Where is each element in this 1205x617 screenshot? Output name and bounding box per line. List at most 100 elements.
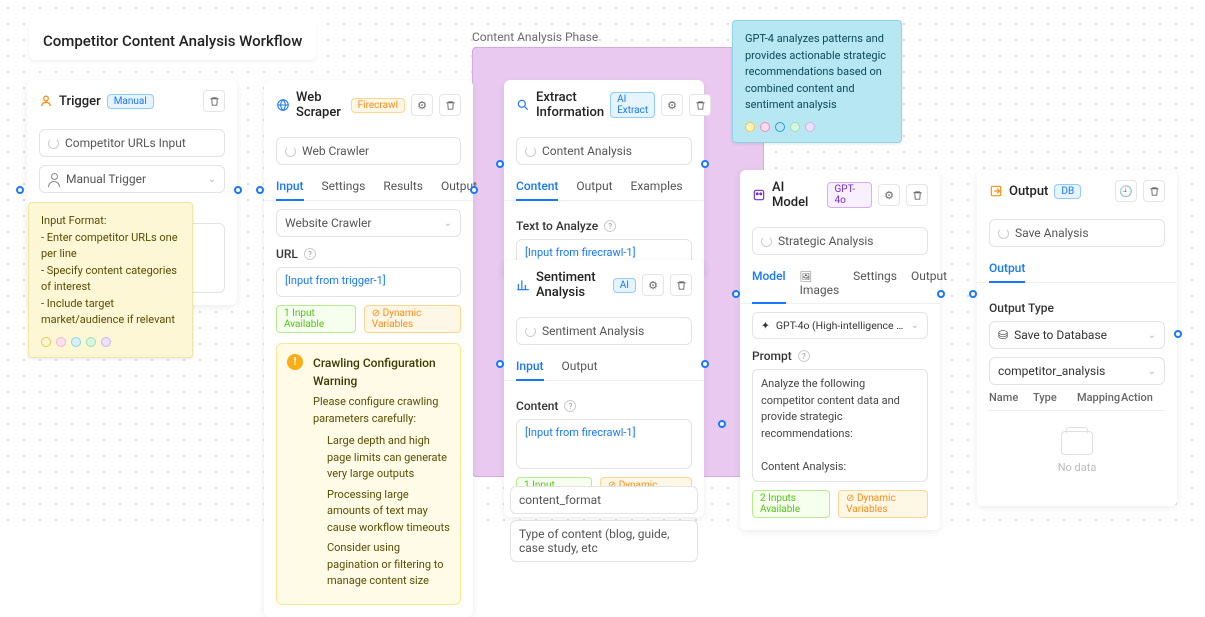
openai-icon: ✦: [761, 319, 770, 332]
workflow-title: Competitor Content Analysis Workflow: [29, 22, 316, 60]
content-label: Content?: [516, 399, 692, 413]
delete-button[interactable]: [439, 94, 461, 116]
settings-button[interactable]: ⚙: [878, 184, 900, 206]
sentiment-content-input[interactable]: [Input from firecrawl-1]: [516, 419, 692, 469]
dynamic-vars-pill[interactable]: ⊘ Dynamic Variables: [838, 490, 928, 518]
node-web-scraper[interactable]: Web Scraper Firecrawl ⚙ Web Crawler Inpu…: [264, 80, 473, 617]
port-in[interactable]: [496, 360, 504, 368]
output-type-label: Output Type: [989, 301, 1165, 315]
sticky-color-dots[interactable]: [41, 337, 180, 347]
table-select[interactable]: competitor_analysis ⌄: [989, 357, 1165, 385]
ai-tabs[interactable]: Model 🖼 Images Settings Output: [740, 263, 940, 304]
ai-icon: [752, 188, 766, 202]
node-extract-information[interactable]: Extract Information AI Extract ⚙ Content…: [504, 80, 704, 277]
scraper-tabs[interactable]: Input Settings Results Output: [264, 173, 473, 201]
history-button[interactable]: 🕘: [1115, 180, 1137, 202]
settings-button[interactable]: ⚙: [642, 274, 664, 296]
mapping-table-header: Name Type Mapping Action: [989, 385, 1165, 411]
card-title: Output: [1009, 184, 1048, 199]
sticky-note-yellow[interactable]: Input Format: - Enter competitor URLs on…: [28, 202, 193, 358]
card-title: AI Model: [772, 180, 821, 210]
ai-name-input[interactable]: Strategic Analysis: [752, 227, 928, 255]
card-title: Extract Information: [536, 90, 604, 120]
warning-icon: !: [287, 354, 303, 370]
sticky-color-dots[interactable]: [745, 122, 889, 132]
port-out[interactable]: [701, 160, 709, 168]
extract-tabs[interactable]: Content Output Examples: [504, 173, 704, 201]
badge-manual: Manual: [107, 94, 154, 109]
delete-button[interactable]: [1143, 180, 1165, 202]
delete-button[interactable]: [670, 274, 692, 296]
card-title: Trigger: [59, 94, 101, 109]
port-out[interactable]: [16, 186, 24, 194]
tab-output[interactable]: Output: [989, 255, 1025, 283]
crawler-mode-select[interactable]: Website Crawler ⌄: [276, 209, 461, 237]
port[interactable]: [718, 420, 726, 428]
node-ai-model[interactable]: AI Model GPT-4o ⚙ Strategic Analysis Mod…: [740, 170, 940, 530]
inputs-available-pill: 2 Inputs Available: [752, 490, 830, 518]
text-to-analyze-label: Text to Analyze?: [516, 219, 692, 233]
url-input[interactable]: [Input from trigger-1]: [276, 267, 461, 297]
settings-button[interactable]: ⚙: [411, 94, 433, 116]
tab-content[interactable]: Content: [516, 173, 558, 201]
competitor-urls-input[interactable]: Competitor URLs Input: [39, 129, 225, 157]
sticky-note-blue[interactable]: GPT-4 analyzes patterns and provides act…: [732, 20, 902, 143]
sentiment-tabs[interactable]: Input Output: [504, 353, 704, 381]
sticky-text: GPT-4 analyzes patterns and provides act…: [745, 31, 889, 114]
output-tabs[interactable]: Output: [977, 255, 1177, 283]
help-icon[interactable]: ?: [564, 400, 576, 412]
port-out[interactable]: [1174, 330, 1182, 338]
extract-name-input[interactable]: Content Analysis: [516, 137, 692, 165]
port-in[interactable]: [732, 290, 740, 298]
no-data-placeholder: No data: [989, 411, 1165, 494]
port-out[interactable]: [470, 186, 478, 194]
help-icon[interactable]: ?: [798, 350, 810, 362]
tab-examples[interactable]: Examples: [631, 173, 683, 200]
tab-settings[interactable]: Settings: [853, 263, 897, 303]
node-sentiment-analysis[interactable]: Sentiment Analysis AI ⚙ Sentiment Analys…: [504, 260, 704, 517]
tab-output[interactable]: Output: [562, 353, 598, 380]
card-title: Sentiment Analysis: [536, 270, 607, 300]
prompt-label: Prompt?: [752, 349, 928, 363]
crawler-name-input[interactable]: Web Crawler: [276, 137, 461, 165]
help-icon[interactable]: ?: [304, 248, 316, 260]
port-out[interactable]: [234, 186, 242, 194]
sentiment-name-input[interactable]: Sentiment Analysis: [516, 317, 692, 345]
manual-trigger-select[interactable]: Manual Trigger ⌄: [39, 165, 225, 193]
settings-button[interactable]: ⚙: [661, 94, 683, 116]
person-icon: [48, 173, 60, 185]
field-desc-input[interactable]: Type of content (blog, guide, case study…: [510, 520, 698, 562]
tab-output[interactable]: Output: [576, 173, 612, 200]
help-icon[interactable]: ?: [604, 220, 616, 232]
tab-settings[interactable]: Settings: [322, 173, 366, 200]
sticky-line: - Specify content categories of interest: [41, 263, 180, 296]
delete-button[interactable]: [689, 94, 711, 116]
chevron-down-icon: ⌄: [1148, 366, 1156, 377]
tab-results[interactable]: Results: [383, 173, 423, 200]
tab-input[interactable]: Input: [276, 173, 304, 201]
port-out[interactable]: [701, 360, 709, 368]
warning-item: Consider using pagination or filtering t…: [327, 540, 450, 590]
loading-icon: [525, 326, 536, 337]
field-name-input[interactable]: content_format: [510, 486, 698, 514]
port-in[interactable]: [496, 160, 504, 168]
globe-icon: [276, 98, 290, 112]
tab-model[interactable]: Model: [752, 263, 786, 304]
port-in[interactable]: [969, 290, 977, 298]
loading-icon: [998, 228, 1009, 239]
port-out[interactable]: [937, 290, 945, 298]
prompt-textarea[interactable]: Analyze the following competitor content…: [752, 369, 928, 482]
output-name-input[interactable]: Save Analysis: [989, 219, 1165, 247]
loading-icon: [525, 146, 536, 157]
node-output[interactable]: Output DB 🕘 Save Analysis Output Output …: [977, 170, 1177, 506]
chevron-down-icon: ⌄: [911, 320, 919, 331]
tab-input[interactable]: Input: [516, 353, 544, 381]
model-select[interactable]: ✦ GPT-4o (High-intelligence flagship mod…: [752, 312, 928, 339]
delete-button[interactable]: [906, 184, 928, 206]
port-in[interactable]: [256, 186, 264, 194]
badge-ai-extract: AI Extract: [610, 92, 655, 118]
dynamic-vars-pill[interactable]: ⊘ Dynamic Variables: [364, 305, 461, 333]
tab-images[interactable]: 🖼 Images: [800, 263, 840, 303]
delete-button[interactable]: [203, 90, 225, 112]
output-type-select[interactable]: ⛁ Save to Database ⌄: [989, 321, 1165, 349]
